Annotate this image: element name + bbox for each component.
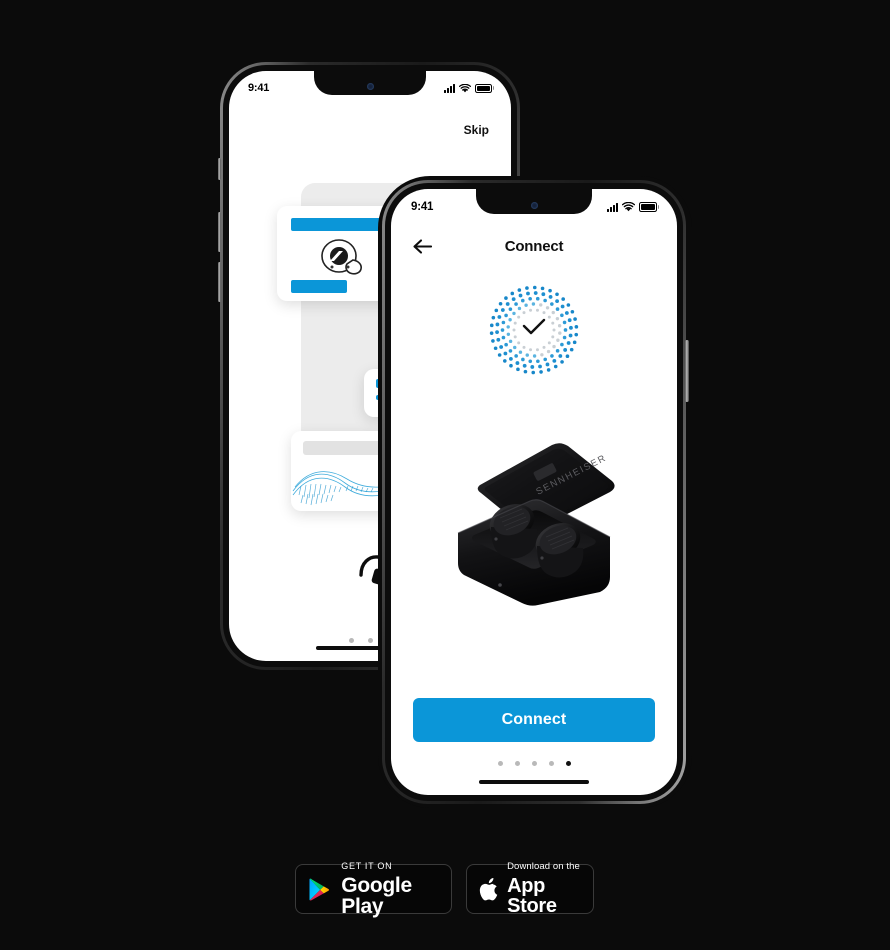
connect-button-label: Connect [501, 711, 567, 728]
charging-case-graphic: SENNHEISER [457, 443, 615, 606]
google-play-text: GET IT ON Google Play [341, 860, 438, 918]
front-phone-status-bar: 9:41 [391, 201, 677, 213]
page-dot-active[interactable] [565, 761, 571, 766]
store-badges: GET IT ON Google Play Download on the Ap… [295, 860, 594, 918]
front-phone-power-button[interactable] [685, 340, 689, 402]
wifi-icon [459, 83, 471, 92]
app-store-small-label: Download on the [507, 861, 580, 873]
wifi-icon [622, 202, 635, 212]
page-dot[interactable] [531, 761, 537, 766]
status-icons [607, 202, 657, 212]
cellular-bars-icon [444, 83, 455, 93]
page-dot[interactable] [514, 761, 520, 766]
page-dot[interactable] [348, 638, 354, 643]
status-time: 9:41 [248, 82, 270, 94]
page-dot[interactable] [548, 761, 554, 766]
card-label-bar [303, 441, 385, 455]
google-play-big-label: Google Play [341, 873, 412, 918]
checkmark-icon [522, 318, 546, 342]
cellular-bars-icon [607, 202, 618, 212]
page-title: Connect [504, 237, 564, 255]
skip-button[interactable]: Skip [464, 123, 489, 137]
status-icons [444, 83, 492, 93]
hero-composition: 9:41 Skip 9:41 Connect SENNHEISER Connec… [0, 0, 890, 950]
page-dot[interactable] [497, 761, 503, 766]
front-phone-device: 9:41 Connect SENNHEISER Connect [382, 180, 689, 804]
page-dot[interactable] [367, 638, 373, 643]
card-action-bar [291, 280, 347, 293]
battery-icon [639, 202, 657, 212]
back-phone-volume-up-button[interactable] [217, 212, 221, 252]
back-phone-mute-switch[interactable] [218, 158, 221, 180]
google-play-badge[interactable]: GET IT ON Google Play [295, 860, 452, 918]
back-phone-volume-down-button[interactable] [217, 262, 221, 302]
back-arrow-icon[interactable] [409, 233, 435, 259]
google-play-small-label: GET IT ON [341, 860, 393, 871]
battery-icon [475, 83, 492, 93]
apple-logo-icon [479, 877, 498, 900]
app-store-text: Download on the App Store [507, 862, 581, 916]
app-store-badge[interactable]: Download on the App Store [466, 862, 594, 916]
front-phone-screen: 9:41 Connect SENNHEISER Connect [391, 189, 677, 795]
card-title-bar [291, 218, 383, 231]
front-phone-page-dots[interactable] [391, 761, 677, 766]
pairing-dots-ring [486, 282, 582, 378]
app-store-big-label: App Store [507, 874, 557, 917]
sennheiser-charging-case: SENNHEISER [434, 429, 634, 609]
front-phone-home-indicator [479, 779, 589, 784]
connect-button[interactable]: Connect [413, 698, 655, 742]
status-time: 9:41 [411, 201, 434, 213]
google-play-icon [309, 878, 329, 900]
back-phone-status-bar: 9:41 [229, 82, 511, 94]
